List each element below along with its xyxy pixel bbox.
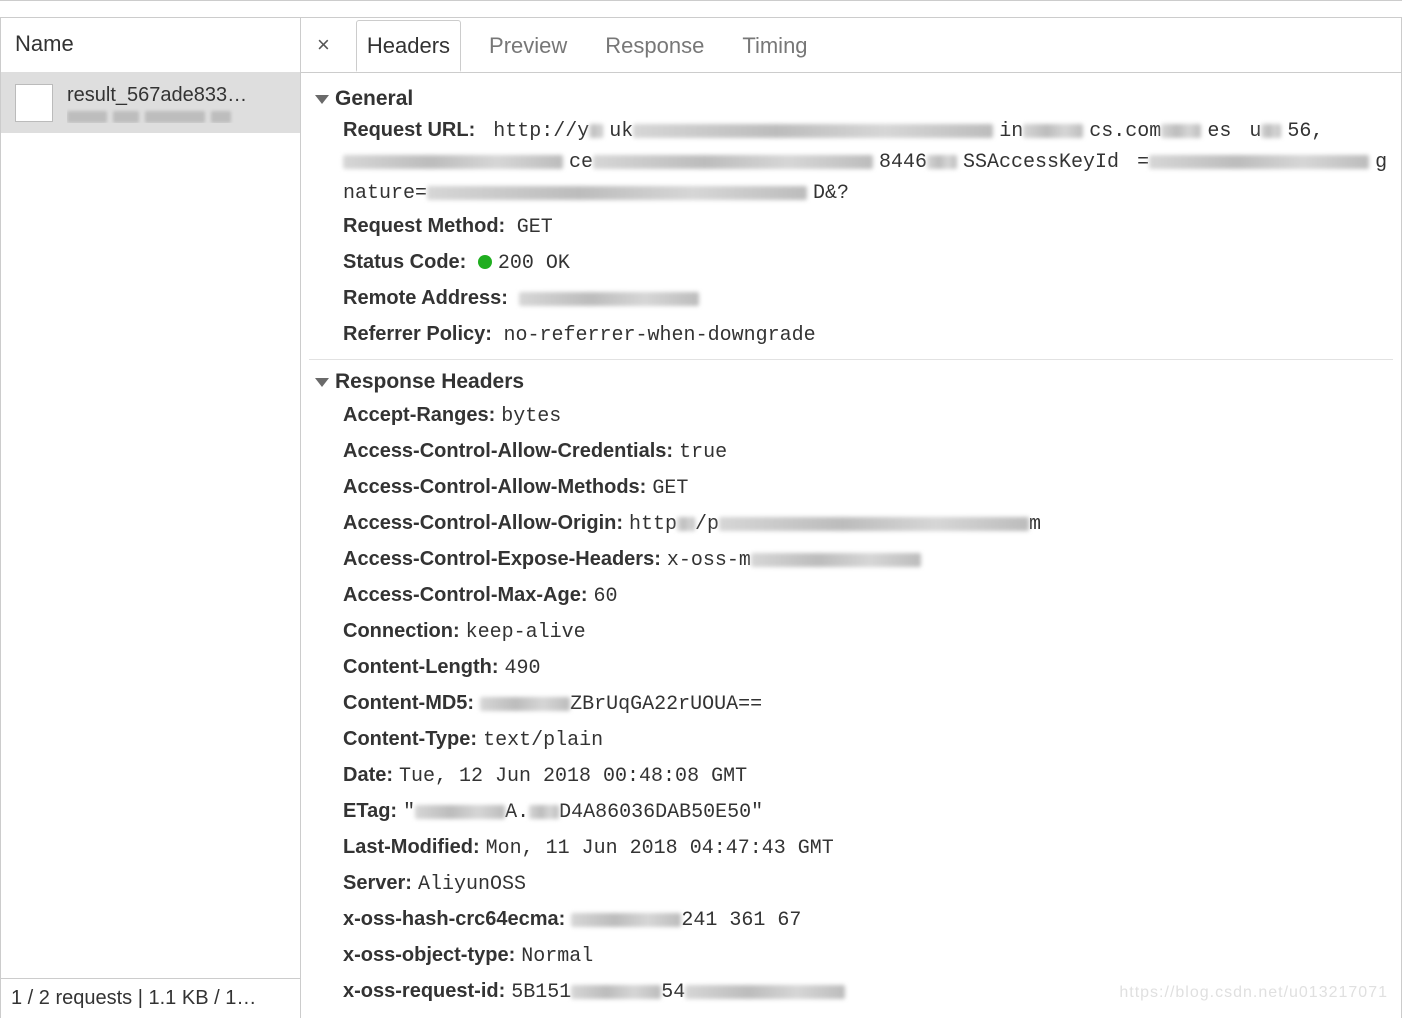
tab-headers[interactable]: Headers xyxy=(356,20,461,72)
section-response-headers-toggle[interactable]: Response Headers xyxy=(309,366,1393,398)
header-ac-expose: Access-Control-Expose-Headers:x-oss-m xyxy=(343,542,1393,578)
detail-tabbar: × Headers Preview Response Timing xyxy=(301,18,1401,73)
file-icon xyxy=(15,84,53,122)
header-ac-origin: Access-Control-Allow-Origin:http/pm xyxy=(343,506,1393,542)
section-response-headers-title: Response Headers xyxy=(335,370,524,394)
section-general: General Request URL: http://yukincs.come… xyxy=(309,83,1393,360)
remote-address-row: Remote Address: xyxy=(343,281,1393,317)
status-code-row: Status Code: 200 OK xyxy=(343,245,1393,281)
header-x-oss-server-time: x-oss-server-time:29 xyxy=(343,1010,1393,1018)
referrer-policy-value: no-referrer-when-downgrade xyxy=(504,324,816,347)
header-x-oss-object-type: x-oss-object-type:Normal xyxy=(343,938,1393,974)
sidebar-header-name[interactable]: Name xyxy=(1,18,300,73)
requests-sidebar: Name result_567ade833… 1 / 2 requests | … xyxy=(1,18,301,1018)
status-code-value: 200 OK xyxy=(498,252,570,275)
header-x-oss-crc64: x-oss-hash-crc64ecma:241 361 67 xyxy=(343,902,1393,938)
headers-body[interactable]: General Request URL: http://yukincs.come… xyxy=(301,73,1401,1018)
request-row[interactable]: result_567ade833… xyxy=(1,73,300,133)
header-date: Date:Tue, 12 Jun 2018 00:48:08 GMT xyxy=(343,758,1393,794)
header-last-modified: Last-Modified:Mon, 11 Jun 2018 04:47:43 … xyxy=(343,830,1393,866)
header-server: Server:AliyunOSS xyxy=(343,866,1393,902)
tab-timing[interactable]: Timing xyxy=(732,21,817,70)
tab-preview[interactable]: Preview xyxy=(479,21,577,70)
sidebar-footer-stats: 1 / 2 requests | 1.1 KB / 1… xyxy=(1,978,300,1018)
toolbar-spacer xyxy=(0,0,1402,18)
section-general-body: Request URL: http://yukincs.comes u56,ce… xyxy=(309,115,1393,360)
header-connection: Connection:keep-alive xyxy=(343,614,1393,650)
header-ac-maxage: Access-Control-Max-Age:60 xyxy=(343,578,1393,614)
header-content-length: Content-Length:490 xyxy=(343,650,1393,686)
request-texts: result_567ade833… xyxy=(67,84,247,123)
header-ac-credentials: Access-Control-Allow-Credentials:true xyxy=(343,434,1393,470)
header-etag: ETag:"A.D4A86036DAB50E50" xyxy=(343,794,1393,830)
request-name: result_567ade833… xyxy=(67,84,247,107)
section-general-title: General xyxy=(335,87,413,111)
chevron-down-icon xyxy=(315,378,329,387)
section-general-toggle[interactable]: General xyxy=(309,83,1393,115)
request-url-row: Request URL: http://yukincs.comes u56,ce… xyxy=(343,115,1393,209)
close-icon[interactable]: × xyxy=(309,28,338,62)
referrer-policy-row: Referrer Policy: no-referrer-when-downgr… xyxy=(343,317,1393,353)
main-panel: Name result_567ade833… 1 / 2 requests | … xyxy=(0,18,1402,1018)
request-subtext xyxy=(67,111,247,123)
section-response-headers-body: Accept-Ranges:bytes Access-Control-Allow… xyxy=(309,398,1393,1018)
section-response-headers: Response Headers Accept-Ranges:bytes Acc… xyxy=(309,366,1393,1018)
request-method-value: GET xyxy=(517,216,553,239)
request-url-label: Request URL: xyxy=(343,119,475,141)
status-dot-icon xyxy=(478,255,492,269)
header-content-type: Content-Type:text/plain xyxy=(343,722,1393,758)
request-list: result_567ade833… xyxy=(1,73,300,978)
request-method-row: Request Method: GET xyxy=(343,209,1393,245)
tab-response[interactable]: Response xyxy=(595,21,714,70)
chevron-down-icon xyxy=(315,95,329,104)
watermark: https://blog.csdn.net/u013217071 xyxy=(1119,984,1388,1002)
detail-panel: × Headers Preview Response Timing Genera… xyxy=(301,18,1401,1018)
header-content-md5: Content-MD5:ZBrUqGA22rUOUA== xyxy=(343,686,1393,722)
header-accept-ranges: Accept-Ranges:bytes xyxy=(343,398,1393,434)
header-ac-methods: Access-Control-Allow-Methods:GET xyxy=(343,470,1393,506)
